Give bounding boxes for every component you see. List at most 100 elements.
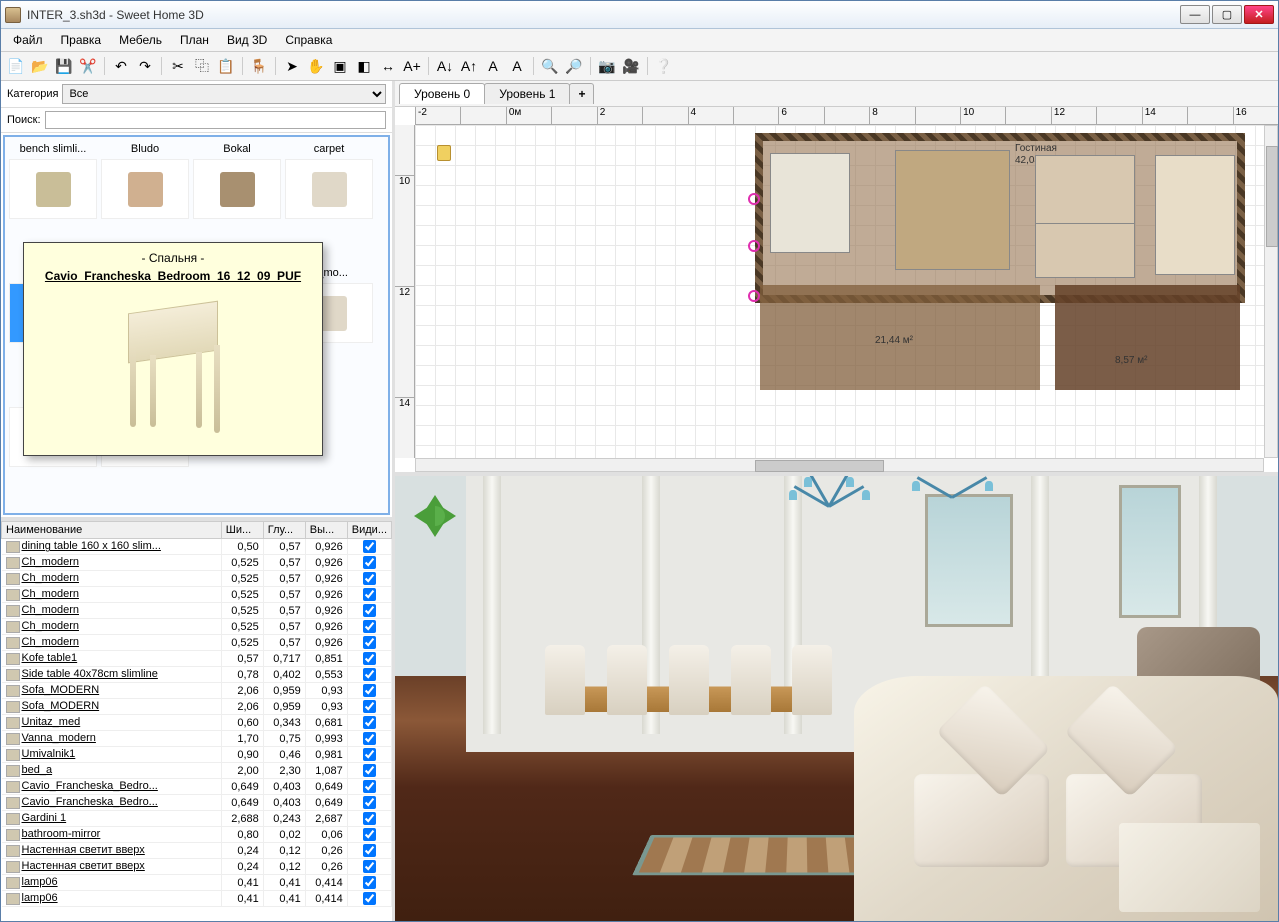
table-row[interactable]: Cavio_Francheska_Bedro...0,6490,4030,649 [2,795,392,811]
visibility-checkbox[interactable] [363,892,376,905]
zoom-out-text-icon[interactable]: A↓ [434,55,456,77]
menu-item[interactable]: Файл [5,31,51,49]
table-row[interactable]: Ch_modern0,5250,570,926 [2,587,392,603]
pan-icon[interactable]: ✋ [305,55,327,77]
text-italic-icon[interactable]: A [506,55,528,77]
photo-icon[interactable]: 📷 [596,55,618,77]
visibility-checkbox[interactable] [363,748,376,761]
column-header[interactable]: Вы... [305,522,347,539]
visibility-checkbox[interactable] [363,860,376,873]
table-row[interactable]: Side table 40x78cm slimline0,780,4020,55… [2,667,392,683]
table-row[interactable]: Vanna_modern1,700,750,993 [2,731,392,747]
nav-right-icon[interactable] [442,507,465,525]
visibility-checkbox[interactable] [363,812,376,825]
table-row[interactable]: lamp060,410,410,414 [2,891,392,907]
level-tab[interactable]: Уровень 1 [484,83,570,104]
view-3d[interactable] [395,476,1278,921]
zoom-out-icon[interactable]: 🔍 [539,55,561,77]
visibility-checkbox[interactable] [363,604,376,617]
menu-item[interactable]: Мебель [111,31,170,49]
cut-icon[interactable]: ✂ [167,55,189,77]
table-row[interactable]: Gardini 12,6880,2432,687 [2,811,392,827]
visibility-checkbox[interactable] [363,668,376,681]
nav-down-icon[interactable] [426,523,444,546]
level-tab[interactable]: Уровень 0 [399,83,485,104]
create-text-icon[interactable]: A+ [401,55,423,77]
visibility-checkbox[interactable] [363,620,376,633]
category-select[interactable]: Все [62,84,386,104]
nav-widget[interactable] [405,486,465,546]
table-row[interactable]: Настенная светит вверх0,240,120,26 [2,843,392,859]
table-row[interactable]: Unitaz_med0,600,3430,681 [2,715,392,731]
visibility-checkbox[interactable] [363,844,376,857]
create-walls-icon[interactable]: ▣ [329,55,351,77]
maximize-button[interactable]: ▢ [1212,5,1242,24]
create-dimensions-icon[interactable]: ↔ [377,55,399,77]
menu-item[interactable]: Справка [277,31,340,49]
table-row[interactable]: Ch_modern0,5250,570,926 [2,619,392,635]
copy-icon[interactable]: ⿻ [191,55,213,77]
zoom-in-text-icon[interactable]: A↑ [458,55,480,77]
visibility-checkbox[interactable] [363,796,376,809]
visibility-checkbox[interactable] [363,540,376,553]
scrollbar-vertical[interactable] [1264,125,1278,458]
visibility-checkbox[interactable] [363,588,376,601]
visibility-checkbox[interactable] [363,716,376,729]
preferences-icon[interactable]: ✂️ [77,55,99,77]
add-level-button[interactable]: + [569,83,594,104]
table-row[interactable]: lamp060,410,410,414 [2,875,392,891]
furniture-catalog[interactable]: - Спальня - Cavio_Francheska_Bedroom_16_… [3,135,390,515]
table-row[interactable]: Ch_modern0,5250,570,926 [2,603,392,619]
plan-view[interactable]: -20м246810121416 101214 Гостиная 42,04 м… [395,107,1278,472]
visibility-checkbox[interactable] [363,652,376,665]
nav-rotate-icon[interactable] [425,506,445,526]
new-file-icon[interactable]: 📄 [5,55,27,77]
search-input[interactable] [45,111,386,129]
visibility-checkbox[interactable] [363,556,376,569]
visibility-checkbox[interactable] [363,636,376,649]
create-rooms-icon[interactable]: ◧ [353,55,375,77]
zoom-in-icon[interactable]: 🔎 [563,55,585,77]
text-bold-icon[interactable]: A [482,55,504,77]
table-row[interactable]: Cavio_Francheska_Bedro...0,6490,4030,649 [2,779,392,795]
close-button[interactable]: ✕ [1244,5,1274,24]
visibility-checkbox[interactable] [363,828,376,841]
menu-item[interactable]: Вид 3D [219,31,275,49]
table-row[interactable]: bed_a2,002,301,087 [2,763,392,779]
column-header[interactable]: Наименование [2,522,222,539]
scrollbar-horizontal[interactable] [415,458,1264,472]
column-header[interactable]: Види... [347,522,391,539]
furniture-table[interactable]: НаименованиеШи...Глу...Вы...Види...dinin… [1,517,392,921]
help-icon[interactable]: ❔ [653,55,675,77]
visibility-checkbox[interactable] [363,572,376,585]
column-header[interactable]: Ши... [221,522,263,539]
video-icon[interactable]: 🎥 [620,55,642,77]
redo-icon[interactable]: ↷ [134,55,156,77]
table-row[interactable]: bathroom-mirror0,800,020,06 [2,827,392,843]
paste-icon[interactable]: 📋 [215,55,237,77]
table-row[interactable]: Ch_modern0,5250,570,926 [2,571,392,587]
column-header[interactable]: Глу... [263,522,305,539]
visibility-checkbox[interactable] [363,876,376,889]
add-furniture-icon[interactable]: 🪑 [248,55,270,77]
table-row[interactable]: Umivalnik10,900,460,981 [2,747,392,763]
visibility-checkbox[interactable] [363,684,376,697]
save-icon[interactable]: 💾 [53,55,75,77]
visibility-checkbox[interactable] [363,764,376,777]
table-row[interactable]: dining table 160 x 160 slim...0,500,570,… [2,539,392,555]
menu-item[interactable]: План [172,31,217,49]
select-icon[interactable]: ➤ [281,55,303,77]
undo-icon[interactable]: ↶ [110,55,132,77]
minimize-button[interactable]: — [1180,5,1210,24]
table-row[interactable]: Sofa_MODERN2,060,9590,93 [2,699,392,715]
menu-item[interactable]: Правка [53,31,110,49]
open-folder-icon[interactable]: 📂 [29,55,51,77]
plan-canvas[interactable]: Гостиная 42,04 м² 14,87 м² 21,44 м² 8,57… [415,125,1264,458]
table-row[interactable]: Ch_modern0,5250,570,926 [2,635,392,651]
table-row[interactable]: Sofa_MODERN2,060,9590,93 [2,683,392,699]
visibility-checkbox[interactable] [363,700,376,713]
table-row[interactable]: Ch_modern0,5250,570,926 [2,555,392,571]
table-row[interactable]: Настенная светит вверх0,240,120,26 [2,859,392,875]
table-row[interactable]: Kofe table10,570,7170,851 [2,651,392,667]
visibility-checkbox[interactable] [363,732,376,745]
